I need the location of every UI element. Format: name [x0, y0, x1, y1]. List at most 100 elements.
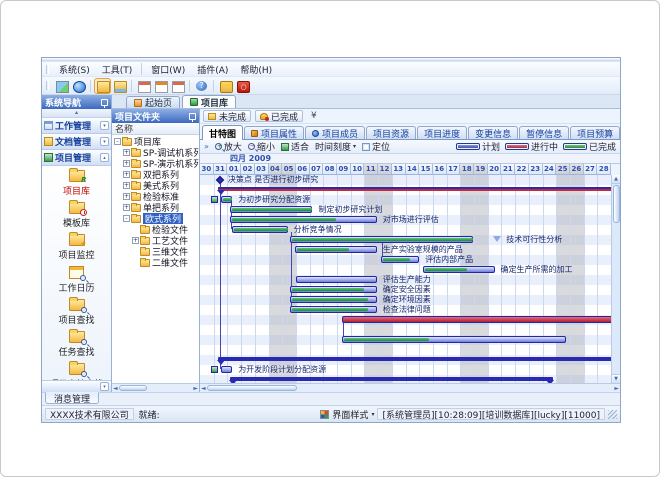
gantt-tab-0[interactable]: 甘特图 [202, 125, 243, 140]
gantt-tab-2[interactable]: 项目成员 [305, 126, 365, 139]
sidebar-item-5[interactable]: 任务查找 [42, 329, 111, 361]
filter-button-0[interactable]: 未完成 [203, 110, 251, 122]
locate-button[interactable]: 定位 [362, 140, 390, 153]
tree-column-header[interactable]: 名称 [112, 123, 199, 135]
doc-tab-1[interactable]: 项目库 [182, 95, 236, 108]
doc-tab-0[interactable]: 起始页 [126, 96, 180, 108]
chevron-down-icon[interactable]: ▾ [371, 411, 374, 418]
tree-node-6[interactable]: +单把系列 [112, 202, 199, 213]
sidebar-item-2[interactable]: ★项目监控 [42, 232, 111, 264]
pin-icon[interactable] [189, 113, 196, 120]
scroll-right-icon[interactable]: ► [193, 385, 198, 392]
gantt-horizontal-scrollbar[interactable]: ◄ ► [200, 383, 620, 392]
window-resize-grip[interactable] [608, 410, 617, 419]
sidebar-item-0[interactable]: R项目库 [42, 168, 111, 200]
gantt-bar[interactable] [290, 236, 472, 243]
scroll-left-icon[interactable]: ◄ [113, 385, 118, 392]
scrollbar-thumb[interactable] [613, 185, 620, 223]
project-view-icon[interactable] [112, 79, 127, 93]
scroll-right-icon[interactable]: ► [614, 385, 619, 392]
tree-expander-icon[interactable]: + [123, 204, 130, 211]
gantt-summary-bar[interactable] [218, 357, 611, 365]
tree-node-11[interactable]: 二维文件 [112, 257, 199, 268]
open-project-icon[interactable] [95, 79, 110, 93]
gantt-tab-5[interactable]: 变更信息 [468, 126, 518, 139]
scroll-up-icon[interactable]: ▲ [612, 175, 620, 184]
sidebar-group-0[interactable]: 工作管理▾ [42, 118, 111, 134]
scrollbar-thumb[interactable] [207, 385, 297, 391]
menu-item-2[interactable]: 窗口(W) [145, 62, 191, 77]
lock-icon[interactable] [218, 79, 233, 93]
tree-node-1[interactable]: +SP-调试机系列 [112, 147, 199, 158]
gantt-toolbar-overflow[interactable]: » [204, 142, 209, 151]
zoom-in-button[interactable]: 放大 [215, 140, 242, 153]
tree-expander-icon[interactable]: + [132, 237, 139, 244]
gantt-bar[interactable] [290, 286, 376, 293]
sidebar-collapsed-group[interactable]: ▾ [42, 380, 111, 392]
globe-icon[interactable] [71, 79, 86, 93]
tree-expander-icon[interactable]: - [114, 138, 121, 145]
gantt-bar[interactable] [290, 306, 376, 313]
zoom-out-button[interactable]: 缩小 [248, 140, 275, 153]
tree-node-2[interactable]: +SP-演示机系列 [112, 158, 199, 169]
exit-icon[interactable] [235, 79, 250, 93]
chevron-down-icon[interactable]: ▾ [100, 121, 109, 130]
ui-style-button[interactable]: 界面样式 [332, 408, 368, 421]
filter-more-button[interactable]: ¥ [307, 111, 321, 121]
tree-node-8[interactable]: 检验文件 [112, 224, 199, 235]
menu-item-4[interactable]: 帮助(H) [234, 62, 278, 77]
sidebar-group-2[interactable]: 项目管理▴ [42, 150, 111, 166]
tree-horizontal-scrollbar[interactable]: ◄ ► [112, 383, 199, 392]
tree-node-7[interactable]: -欧式系列 [112, 213, 199, 224]
tree-node-3[interactable]: +双把系列 [112, 169, 199, 180]
gantt-summary-bar[interactable] [218, 187, 611, 195]
tree-node-10[interactable]: 三维文件 [112, 246, 199, 257]
filter-button-1[interactable]: 已完成 [255, 110, 303, 122]
tree-expander-icon[interactable]: + [123, 149, 130, 156]
menu-item-0[interactable]: 系统(S) [53, 62, 96, 77]
calendar-search-icon[interactable] [170, 79, 185, 93]
gantt-bar[interactable] [296, 276, 377, 283]
help-icon[interactable] [194, 79, 209, 93]
gantt-summary-bar[interactable] [230, 377, 553, 383]
scrollbar-thumb[interactable] [119, 385, 147, 391]
chevron-down-icon[interactable]: ▾ [100, 382, 109, 391]
gantt-bar[interactable] [423, 266, 494, 273]
gantt-bar[interactable] [221, 366, 232, 373]
gantt-bar[interactable] [342, 336, 565, 343]
tree-node-9[interactable]: +工艺文件 [112, 235, 199, 246]
gantt-vertical-scrollbar[interactable]: ▲ ▼ [611, 175, 620, 383]
sidebar-item-4[interactable]: 项目查找 [42, 297, 111, 329]
tree-node-0[interactable]: -项目库 [112, 136, 199, 147]
calendar-open-icon[interactable] [153, 79, 168, 93]
scroll-down-icon[interactable]: ▼ [612, 374, 620, 383]
chevron-down-icon[interactable]: ▾ [100, 137, 109, 146]
gantt-tab-7[interactable]: 项目预算 [570, 126, 620, 139]
menu-item-3[interactable]: 插件(A) [191, 62, 234, 77]
gantt-bar[interactable] [232, 226, 288, 233]
gantt-bar[interactable] [290, 296, 376, 303]
chevron-up-icon[interactable]: ▴ [100, 153, 109, 162]
sidebar-collapse-strip[interactable]: ▴ [42, 109, 111, 118]
tree-expander-icon[interactable]: + [123, 171, 130, 178]
tree-expander-icon[interactable]: + [123, 160, 130, 167]
picture-icon[interactable] [54, 79, 69, 93]
gantt-bar[interactable] [230, 206, 312, 213]
gantt-tab-6[interactable]: 暂停信息 [519, 126, 569, 139]
gantt-bar[interactable] [342, 316, 611, 323]
pending-milestone-icon[interactable] [493, 236, 501, 242]
sidebar-item-6[interactable]: 项目文档查找 [42, 361, 111, 380]
calendar-new-icon[interactable] [136, 79, 151, 93]
pin-icon[interactable] [101, 99, 108, 106]
sidebar-item-1[interactable]: 模板库 [42, 200, 111, 232]
tree-expander-icon[interactable]: + [123, 182, 130, 189]
tree-expander-icon[interactable]: + [123, 193, 130, 200]
gantt-bar[interactable] [295, 246, 377, 253]
tree-expander-icon[interactable]: - [123, 215, 130, 222]
fit-button[interactable]: 适合 [281, 140, 309, 153]
time-scale-button[interactable]: 时间刻度▾ [315, 140, 356, 153]
scroll-left-icon[interactable]: ◄ [201, 385, 206, 392]
tree-node-4[interactable]: +美式系列 [112, 180, 199, 191]
gantt-bar[interactable] [221, 196, 232, 203]
menu-item-1[interactable]: 工具(T) [96, 62, 139, 77]
